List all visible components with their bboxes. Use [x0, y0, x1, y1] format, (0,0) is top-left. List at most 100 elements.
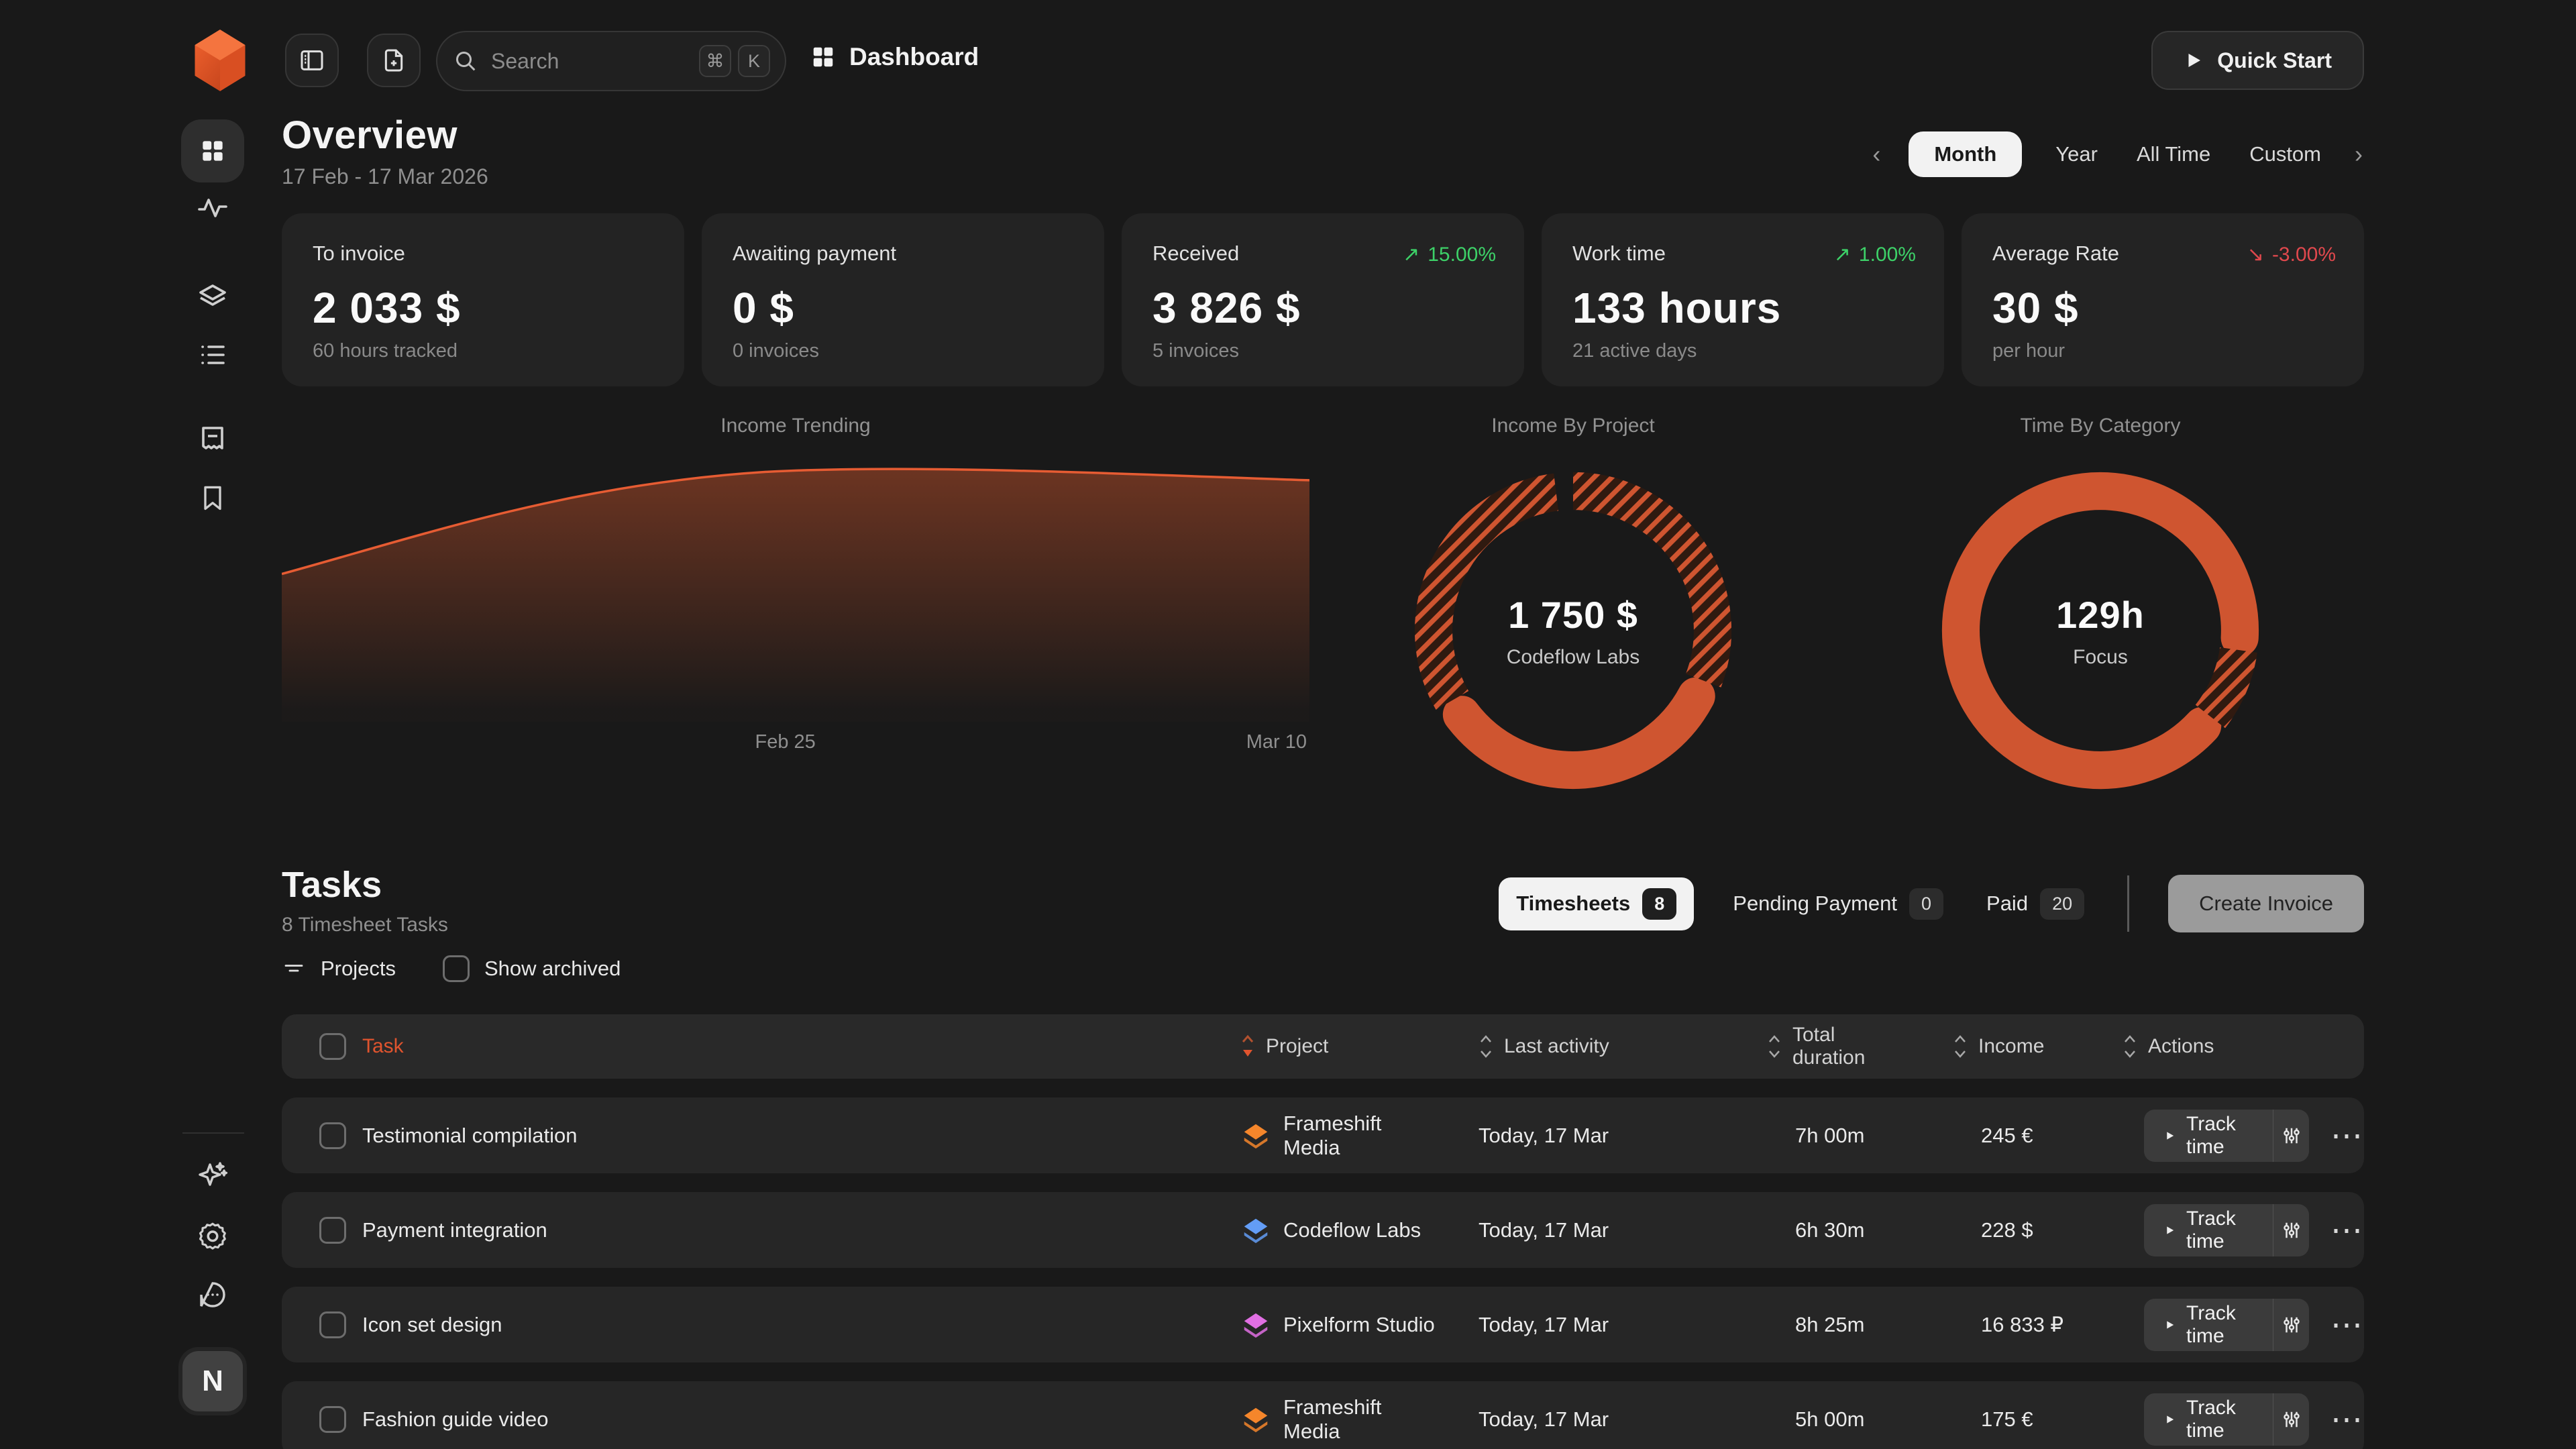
list-icon [197, 339, 229, 371]
timer-options-button[interactable] [2273, 1393, 2309, 1446]
last-activity: Today, 17 Mar [1441, 1218, 1727, 1242]
timer-options-button[interactable] [2273, 1299, 2309, 1351]
period-tab-year[interactable]: Year [2050, 131, 2103, 177]
show-archived-checkbox[interactable] [443, 955, 470, 982]
tasks-subtitle: 8 Timesheet Tasks [282, 914, 448, 936]
row-checkbox[interactable] [319, 1217, 346, 1244]
project-layers-icon [1240, 1120, 1271, 1151]
sidebar-item-tasks[interactable] [197, 339, 229, 371]
total-duration: 7h 00m [1727, 1124, 1913, 1148]
row-more-menu[interactable]: ⋯ [2330, 1117, 2364, 1155]
row-more-menu[interactable]: ⋯ [2330, 1212, 2364, 1249]
charts-row: Income Trending Feb 25 Mar 10 Income By … [282, 415, 2364, 805]
track-time-button[interactable]: Track time [2144, 1299, 2273, 1351]
task-name: Fashion guide video [346, 1407, 1203, 1432]
column-sort-icon[interactable] [1479, 1034, 1493, 1059]
area-chart-canvas[interactable] [282, 462, 1309, 722]
column-sort-icon[interactable] [1767, 1034, 1782, 1059]
quick-start-button[interactable]: Quick Start [2151, 31, 2364, 90]
play-icon [2164, 1411, 2176, 1428]
period-tab-alltime[interactable]: All Time [2131, 131, 2216, 177]
total-duration: 6h 30m [1727, 1218, 1913, 1242]
column-sort-icon[interactable] [2123, 1034, 2137, 1059]
search-placeholder: Search [491, 49, 692, 74]
table-row[interactable]: Fashion guide video Frameshift Media Tod… [282, 1381, 2364, 1449]
sidebar-item-bookmarks[interactable] [197, 482, 229, 514]
column-header-task[interactable]: Task [346, 1035, 1203, 1058]
column-header-income[interactable]: Income [1913, 1034, 2069, 1059]
track-time-button[interactable]: Track time [2144, 1110, 2273, 1162]
sidebar-item-feedback[interactable] [197, 1279, 229, 1311]
select-all-checkbox[interactable] [319, 1033, 346, 1060]
play-icon [2184, 50, 2204, 70]
dashboard-app: Search ⌘ K Dashboard Quick Start [0, 0, 2576, 1449]
actions-cell: Track time ⋯ [2069, 1299, 2364, 1351]
last-activity: Today, 17 Mar [1441, 1124, 1727, 1148]
tab-timesheets[interactable]: Timesheets 8 [1499, 877, 1694, 930]
search-icon [452, 48, 479, 74]
trend-up-icon: ↗ [1834, 243, 1851, 266]
user-avatar[interactable]: N [178, 1347, 247, 1415]
tab-paid[interactable]: Paid 20 [1982, 877, 2088, 930]
sidebar-item-dashboard[interactable] [181, 119, 244, 182]
column-sort-icon[interactable] [1953, 1034, 1968, 1059]
cmd-keycap: ⌘ [699, 45, 731, 77]
chart-title: Time By Category [2021, 415, 2181, 437]
project-name: Frameshift Media [1283, 1112, 1441, 1160]
table-row[interactable]: Testimonial compilation Frameshift Media… [282, 1097, 2364, 1173]
column-header-last-activity[interactable]: Last activity [1441, 1034, 1727, 1059]
sidebar-item-invoices[interactable] [197, 423, 229, 455]
track-time-split-button[interactable]: Track time [2144, 1299, 2309, 1351]
row-checkbox[interactable] [319, 1406, 346, 1433]
projects-filter-button[interactable]: Projects [282, 957, 396, 981]
row-checkbox[interactable] [319, 1311, 346, 1338]
sparkles-icon [197, 1159, 229, 1191]
track-time-split-button[interactable]: Track time [2144, 1393, 2309, 1446]
search-input[interactable]: Search ⌘ K [436, 31, 786, 91]
table-row[interactable]: Icon set design Pixelform Studio Today, … [282, 1287, 2364, 1362]
create-invoice-button[interactable]: Create Invoice [2168, 875, 2364, 932]
row-checkbox[interactable] [319, 1122, 346, 1149]
track-time-split-button[interactable]: Track time [2144, 1204, 2309, 1256]
x-axis-labels: Feb 25 Mar 10 [282, 731, 1309, 758]
show-archived-toggle[interactable]: Show archived [443, 955, 621, 982]
trend-up-icon: ↗ [1403, 243, 1419, 266]
column-header-project[interactable]: Project [1203, 1034, 1441, 1059]
dashboard-grid-icon [198, 136, 227, 166]
sidebar-item-activity[interactable] [197, 192, 229, 224]
timer-options-button[interactable] [2273, 1204, 2309, 1256]
row-more-menu[interactable]: ⋯ [2330, 1401, 2364, 1438]
sidebar-item-settings[interactable] [197, 1220, 229, 1252]
sidebar-item-ai-assistant[interactable] [197, 1159, 229, 1191]
income-value: 16 833 ₽ [1913, 1313, 2069, 1337]
chevron-right-icon[interactable]: › [2355, 142, 2363, 166]
track-time-button[interactable]: Track time [2144, 1393, 2273, 1446]
track-time-split-button[interactable]: Track time [2144, 1110, 2309, 1162]
avatar-initial: N [202, 1364, 223, 1398]
track-time-button[interactable]: Track time [2144, 1204, 2273, 1256]
chevron-left-icon[interactable]: ‹ [1872, 142, 1880, 166]
sidebar-item-projects[interactable] [197, 279, 229, 311]
filter-lines-icon [282, 957, 306, 981]
breadcrumb-dashboard: Dashboard [810, 43, 979, 71]
column-header-total-duration[interactable]: Total duration [1727, 1024, 1913, 1069]
tab-pending-payment[interactable]: Pending Payment 0 [1729, 877, 1947, 930]
tasks-table: Task Project Last activity Total duratio… [282, 1014, 2364, 1449]
row-more-menu[interactable]: ⋯ [2330, 1306, 2364, 1344]
timer-options-button[interactable] [2273, 1110, 2309, 1162]
receipt-icon [197, 423, 229, 455]
income-value: 175 € [1913, 1407, 2069, 1432]
column-header-actions[interactable]: Actions [2069, 1034, 2364, 1059]
app-logo[interactable] [186, 27, 254, 94]
gear-icon [197, 1220, 229, 1252]
tasks-tabs: Timesheets 8 Pending Payment 0 Paid 20 C… [1499, 871, 2364, 936]
toggle-sidebar-button[interactable] [285, 34, 339, 87]
period-tab-custom[interactable]: Custom [2244, 131, 2326, 177]
delta-badge: ↗ 15.00% [1403, 243, 1496, 266]
period-tab-month[interactable]: Month [1909, 131, 2022, 177]
count-badge: 20 [2040, 888, 2084, 920]
sort-active-desc-icon[interactable] [1240, 1034, 1255, 1059]
new-document-button[interactable] [367, 34, 421, 87]
stat-card-average-rate: Average Rate ↘ -3.00% 30 $ per hour [1962, 213, 2364, 386]
table-row[interactable]: Payment integration Codeflow Labs Today,… [282, 1192, 2364, 1268]
